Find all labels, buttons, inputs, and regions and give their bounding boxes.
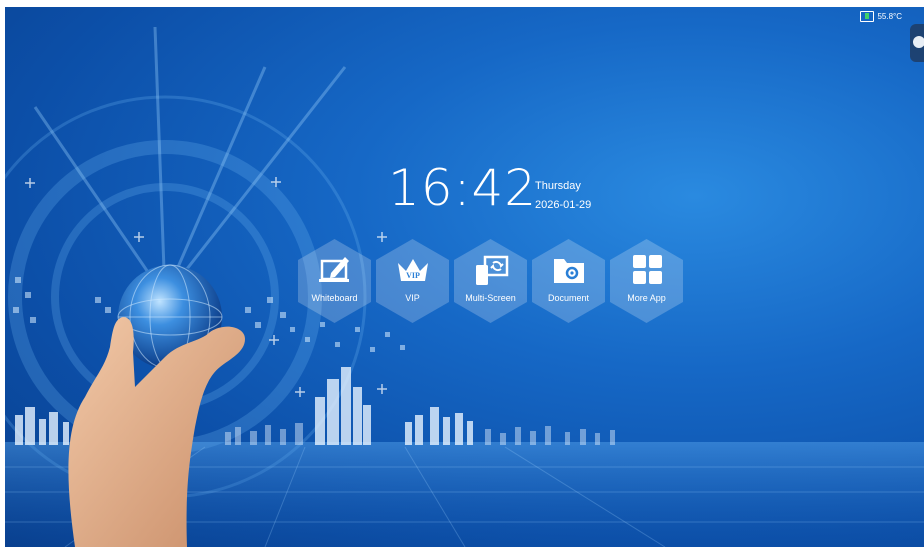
app-more-app[interactable]: More App [610, 239, 683, 323]
app-label: VIP [405, 293, 420, 303]
app-label: Multi-Screen [465, 293, 516, 303]
clock-time: 16:42 [388, 159, 538, 217]
temperature-readout: 55.8°C [877, 12, 902, 21]
app-multi-screen[interactable]: Multi-Screen [454, 239, 527, 323]
app-label: Document [547, 293, 590, 303]
clock-weekday: Thursday [535, 180, 581, 192]
app-launcher: Whiteboard VIP VIP Multi-Screen Document… [298, 239, 683, 323]
screen-share-icon [476, 255, 509, 285]
home-screen: 55.8°C 16:42 Thursday 2026-01-29 Whitebo… [5, 7, 924, 547]
folder-gear-icon [554, 259, 584, 283]
whiteboard-pen-icon [319, 257, 349, 282]
app-label: Whiteboard [311, 293, 358, 303]
app-whiteboard[interactable]: Whiteboard [298, 239, 371, 323]
app-vip[interactable]: VIP VIP [376, 239, 449, 323]
handle-knob-icon [913, 36, 924, 48]
app-grid-icon [633, 255, 662, 284]
status-bar: 55.8°C [860, 11, 902, 22]
svg-text:VIP: VIP [406, 271, 420, 280]
side-menu-handle[interactable] [910, 24, 924, 62]
vip-crown-icon: VIP [398, 259, 428, 281]
date-block: Thursday 2026-01-29 [535, 177, 591, 215]
clock-date: 2026-01-29 [535, 199, 592, 211]
app-document[interactable]: Document [532, 239, 605, 323]
device-status-icon [860, 11, 875, 22]
app-label: More App [627, 293, 666, 303]
